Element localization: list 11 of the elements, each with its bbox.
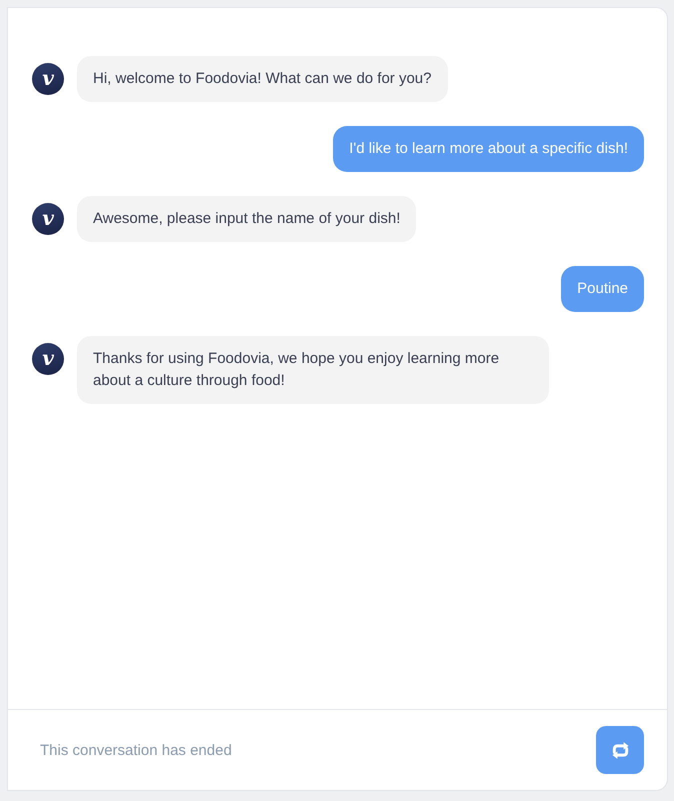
conversation-ended-text: This conversation has ended: [40, 742, 232, 758]
bot-message-bubble: Hi, welcome to Foodovia! What can we do for you?: [77, 56, 448, 102]
repeat-icon: [612, 742, 628, 758]
bot-message-bubble: Awesome, please input the name of your dish!: [77, 196, 416, 242]
user-message-bubble: Poutine: [561, 266, 644, 312]
bot-avatar: v: [32, 63, 64, 95]
user-message-bubble: I'd like to learn more about a specific dish!: [333, 126, 644, 172]
bot-avatar: v: [32, 203, 64, 235]
restart-button[interactable]: [596, 726, 644, 774]
bot-message-bubble: Thanks for using Foodovia, we hope you enjoy learning more about a culture through food!: [77, 336, 549, 404]
bot-avatar: v: [32, 343, 64, 375]
